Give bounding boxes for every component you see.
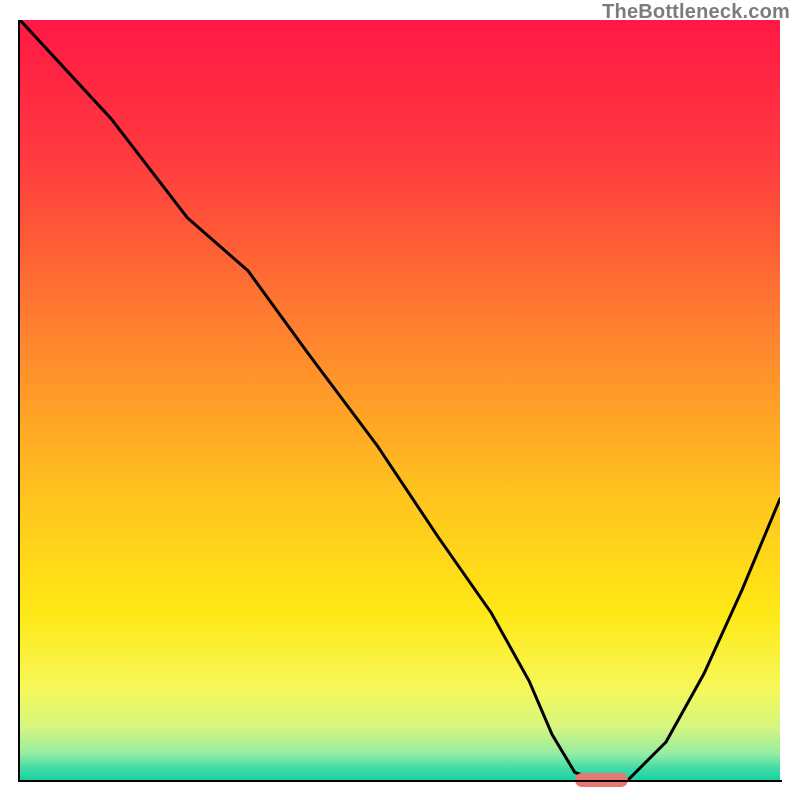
y-axis (18, 20, 20, 782)
bottleneck-curve (20, 20, 780, 780)
chart-area (20, 20, 780, 780)
watermark-text: TheBottleneck.com (602, 1, 790, 24)
x-axis (18, 780, 782, 782)
